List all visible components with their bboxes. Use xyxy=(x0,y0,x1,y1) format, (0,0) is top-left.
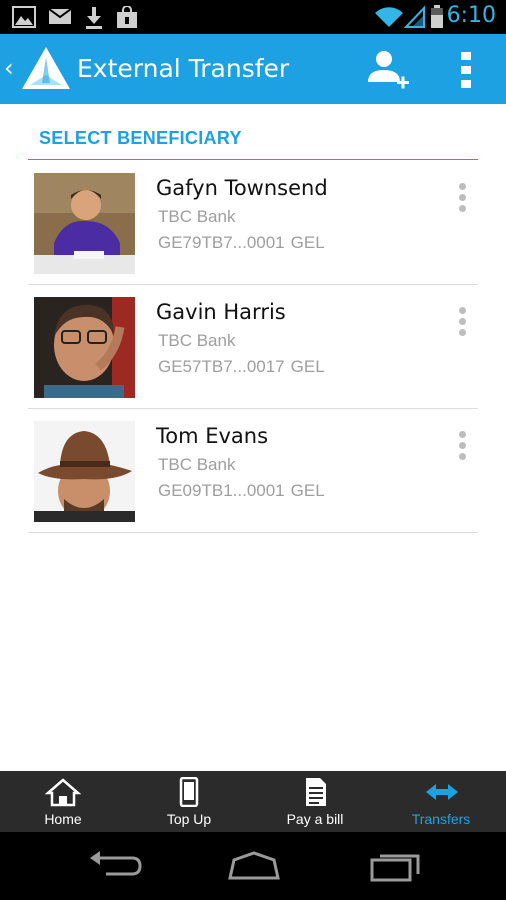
tab-label: Home xyxy=(44,811,82,827)
account-currency: GEL xyxy=(290,357,325,376)
battery-icon xyxy=(431,5,443,28)
beneficiary-name: Tom Evans xyxy=(156,424,269,448)
beneficiary-account: GE57TB7...0017 GEL xyxy=(158,357,325,377)
section-header: SELECT BENEFICIARY xyxy=(28,118,478,160)
avatar xyxy=(34,297,135,398)
item-menu-button[interactable] xyxy=(454,307,470,341)
home-icon xyxy=(44,778,82,807)
back-nav-icon[interactable] xyxy=(84,850,144,882)
store-icon xyxy=(117,6,137,28)
avatar xyxy=(34,173,135,274)
clock-time: 6:10 xyxy=(446,3,496,28)
beneficiary-name: Gafyn Townsend xyxy=(156,176,328,200)
overflow-menu-button[interactable] xyxy=(452,50,480,90)
beneficiary-name: Gavin Harris xyxy=(156,300,286,324)
account-number: GE09TB1...0001 xyxy=(158,481,285,500)
account-currency: GEL xyxy=(290,233,325,252)
beneficiary-account: GE79TB7...0001 GEL xyxy=(158,233,325,253)
account-currency: GEL xyxy=(290,481,325,500)
wifi-icon xyxy=(375,7,403,27)
beneficiary-account: GE09TB1...0001 GEL xyxy=(158,481,325,501)
add-beneficiary-button[interactable] xyxy=(366,48,412,92)
app-logo-icon[interactable] xyxy=(20,45,72,93)
tab-pay-bill[interactable]: Pay a bill xyxy=(252,771,378,832)
tab-label: Pay a bill xyxy=(286,811,344,827)
tab-top-up[interactable]: Top Up xyxy=(126,771,252,832)
tab-label: Transfers xyxy=(411,811,471,827)
account-number: GE57TB7...0017 xyxy=(158,357,285,376)
download-icon xyxy=(86,7,102,29)
signal-icon xyxy=(404,5,425,28)
beneficiary-bank: TBC Bank xyxy=(158,207,236,226)
phone-icon xyxy=(179,777,199,807)
item-menu-button[interactable] xyxy=(454,183,470,217)
beneficiary-item[interactable]: Gafyn Townsend TBC Bank GE79TB7...0001 GE… xyxy=(28,161,478,285)
bottom-tab-bar: Home Top Up Pay a bill Transfers xyxy=(0,771,506,832)
status-bar: 6:10 xyxy=(0,0,506,34)
beneficiary-bank: TBC Bank xyxy=(158,455,236,474)
home-nav-icon[interactable] xyxy=(224,850,284,882)
transfer-arrows-icon xyxy=(426,784,458,800)
tab-label: Top Up xyxy=(166,811,212,827)
recent-apps-icon[interactable] xyxy=(366,850,426,882)
mail-icon xyxy=(48,8,72,24)
action-bar: ‹ External Transfer xyxy=(0,34,506,104)
item-menu-button[interactable] xyxy=(454,431,470,465)
gallery-icon xyxy=(12,6,36,28)
tab-transfers[interactable]: Transfers xyxy=(378,771,504,832)
beneficiary-bank: TBC Bank xyxy=(158,331,236,350)
beneficiary-item[interactable]: Gavin Harris TBC Bank GE57TB7...0017 GEL xyxy=(28,285,478,409)
avatar xyxy=(34,421,135,522)
beneficiary-item[interactable]: Tom Evans TBC Bank GE09TB1...0001 GEL xyxy=(28,409,478,533)
bill-icon xyxy=(306,778,326,806)
tab-home[interactable]: Home xyxy=(0,771,126,832)
system-nav-bar xyxy=(0,832,506,900)
back-chevron-icon[interactable]: ‹ xyxy=(4,54,14,82)
account-number: GE79TB7...0001 xyxy=(158,233,285,252)
section-title: SELECT BENEFICIARY xyxy=(39,128,242,148)
page-title: External Transfer xyxy=(77,54,290,83)
